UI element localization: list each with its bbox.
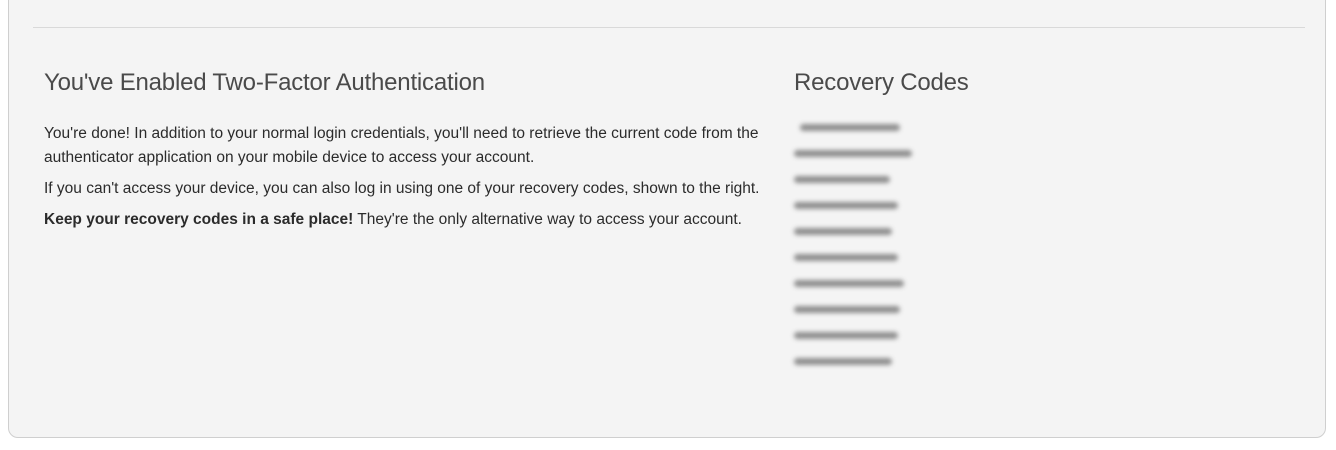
redacted-code <box>794 228 892 235</box>
redacted-code <box>794 280 904 287</box>
device-access-paragraph: If you can't access your device, you can… <box>44 180 760 197</box>
recovery-code-item <box>794 280 1094 295</box>
recovery-code-item <box>794 358 1094 373</box>
redacted-code <box>794 332 898 339</box>
redacted-code <box>800 124 900 131</box>
redacted-code <box>794 254 898 261</box>
section-divider <box>33 27 1305 28</box>
recovery-code-item <box>794 202 1094 217</box>
recovery-codes-heading: Recovery Codes <box>794 69 969 96</box>
redacted-code <box>794 176 890 183</box>
two-factor-info: You've Enabled Two-Factor Authentication… <box>44 66 764 239</box>
keep-safe-rest: They're the only alternative way to acce… <box>353 211 742 228</box>
recovery-code-item <box>794 306 1094 321</box>
recovery-code-item <box>794 176 1094 191</box>
keep-safe-paragraph: Keep your recovery codes in a safe place… <box>44 208 764 232</box>
redacted-code <box>794 306 900 313</box>
two-factor-heading: You've Enabled Two-Factor Authentication <box>44 69 485 96</box>
recovery-codes-list <box>794 124 1094 373</box>
recovery-code-item <box>794 150 1094 165</box>
done-paragraph: You're done! In addition to your normal … <box>44 125 759 166</box>
recovery-codes-section: Recovery Codes <box>794 66 1094 382</box>
recovery-code-item <box>794 228 1094 243</box>
recovery-code-item <box>794 124 1094 139</box>
recovery-code-item <box>794 332 1094 347</box>
recovery-code-item <box>794 254 1094 269</box>
redacted-code <box>794 358 892 365</box>
keep-safe-emphasis: Keep your recovery codes in a safe place… <box>44 211 354 228</box>
redacted-code <box>794 202 898 209</box>
redacted-code <box>794 150 912 157</box>
